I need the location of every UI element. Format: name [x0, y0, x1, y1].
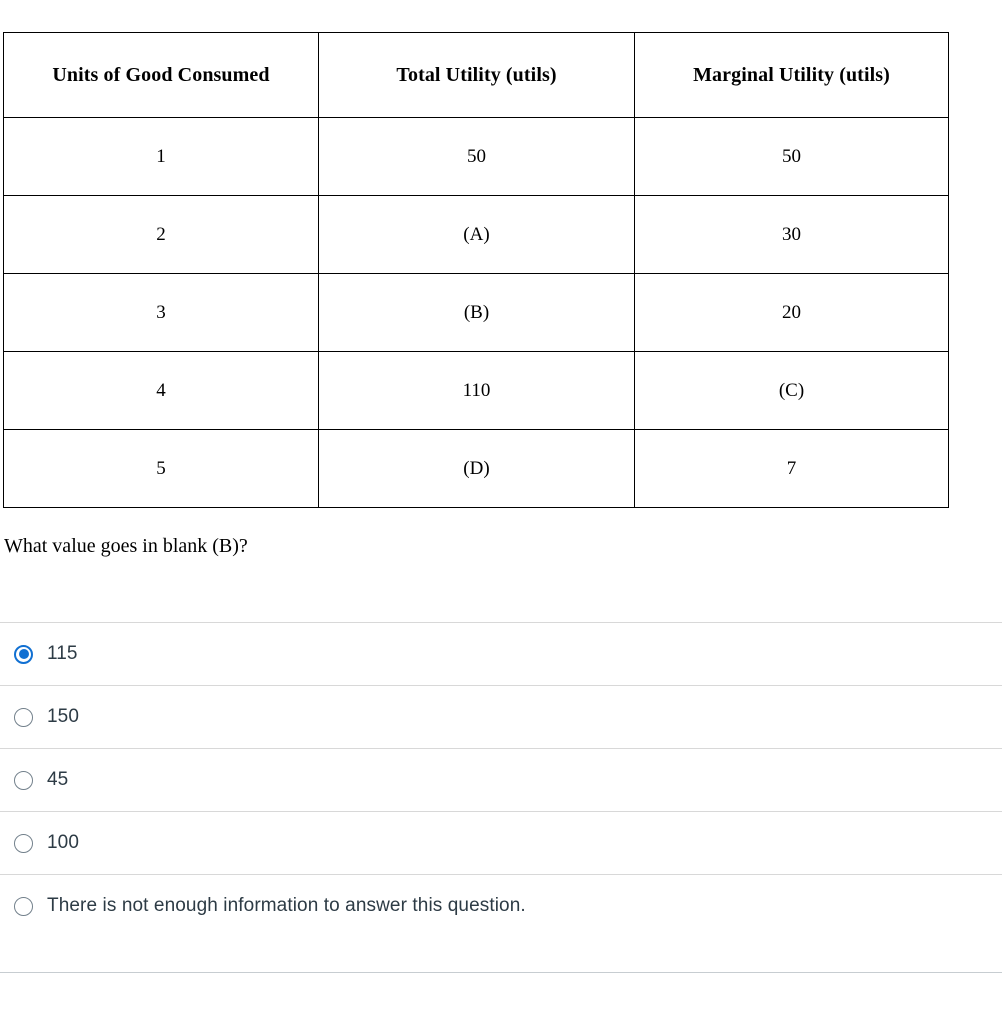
cell-units: 4	[3, 351, 319, 430]
answer-option-label: 115	[47, 643, 78, 664]
cell-total-utility: 50	[318, 117, 635, 196]
radio-button-icon[interactable]	[14, 833, 33, 853]
cell-marginal-utility: 30	[634, 195, 949, 274]
cell-marginal-utility: (C)	[634, 351, 949, 430]
answer-option-label: 45	[47, 769, 69, 790]
answer-options-list: 115 150 45 100 There is not enough infor…	[0, 622, 1002, 937]
answer-option-3[interactable]: 45	[0, 748, 1002, 811]
cell-marginal-utility: 20	[634, 273, 949, 352]
table-row: 5 (D) 7	[3, 429, 949, 508]
cell-marginal-utility: 7	[634, 429, 949, 508]
radio-button-icon[interactable]	[14, 644, 33, 664]
answer-option-2[interactable]: 150	[0, 685, 1002, 748]
utility-table-container: Units of Good Consumed Total Utility (ut…	[3, 32, 949, 508]
answer-option-label: 100	[47, 832, 80, 853]
answer-option-label: 150	[47, 706, 80, 727]
cell-units: 5	[3, 429, 319, 508]
bottom-divider	[0, 972, 1002, 973]
column-header-marginal-utility: Marginal Utility (utils)	[634, 32, 949, 118]
radio-button-icon[interactable]	[14, 707, 33, 727]
cell-units: 3	[3, 273, 319, 352]
answer-option-5[interactable]: There is not enough information to answe…	[0, 874, 1002, 937]
radio-button-icon[interactable]	[14, 896, 33, 916]
cell-total-utility: (A)	[318, 195, 635, 274]
utility-table: Units of Good Consumed Total Utility (ut…	[3, 32, 949, 508]
cell-total-utility: (B)	[318, 273, 635, 352]
column-header-total-utility: Total Utility (utils)	[318, 32, 635, 118]
table-row: 3 (B) 20	[3, 273, 949, 352]
cell-units: 2	[3, 195, 319, 274]
cell-marginal-utility: 50	[634, 117, 949, 196]
radio-button-icon[interactable]	[14, 770, 33, 790]
column-header-units: Units of Good Consumed	[3, 32, 319, 118]
cell-total-utility: (D)	[318, 429, 635, 508]
table-row: 4 110 (C)	[3, 351, 949, 430]
table-row: 1 50 50	[3, 117, 949, 196]
question-prompt: What value goes in blank (B)?	[4, 535, 248, 557]
cell-total-utility: 110	[318, 351, 635, 430]
cell-units: 1	[3, 117, 319, 196]
answer-option-4[interactable]: 100	[0, 811, 1002, 874]
answer-option-1[interactable]: 115	[0, 622, 1002, 685]
table-header-row: Units of Good Consumed Total Utility (ut…	[3, 32, 949, 118]
answer-option-label: There is not enough information to answe…	[47, 895, 526, 916]
table-row: 2 (A) 30	[3, 195, 949, 274]
